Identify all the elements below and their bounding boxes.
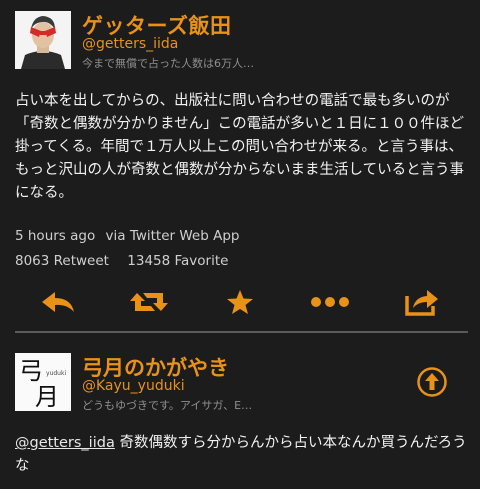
mention-link[interactable]: @getters_iida xyxy=(15,435,115,451)
reply-tweet: 弓 月 yuduki 弓月のかがやき @Kayu_yuduki どうもゆづきです… xyxy=(0,340,480,489)
timestamp: 5 hours ago xyxy=(15,228,96,244)
client-source[interactable]: via Twitter Web App xyxy=(106,228,240,244)
main-tweet: ゲッターズ飯田 @getters_iida 今まで無償で占った人数は6万人… 占… xyxy=(0,0,480,322)
tweet-counts: 8063 Retweet 13458 Favorite xyxy=(15,253,228,269)
handle[interactable]: @Kayu_yuduki xyxy=(82,378,185,394)
divider xyxy=(15,331,468,333)
tweet-text: @getters_iida 奇数偶数すら分からんから占い本なんか買うんだろうな xyxy=(15,432,467,478)
svg-text:月: 月 xyxy=(35,383,59,411)
reply-button[interactable] xyxy=(36,285,80,319)
bio-snippet: どうもゆづきです。アイサガ、E… xyxy=(82,399,253,412)
svg-text:yuduki: yuduki xyxy=(46,370,66,377)
more-button[interactable] xyxy=(308,285,352,319)
retweet-icon xyxy=(130,293,168,311)
more-icon xyxy=(311,297,349,307)
handle[interactable]: @getters_iida xyxy=(82,36,178,52)
retweet-count[interactable]: 8063 Retweet xyxy=(15,253,109,269)
retweet-button[interactable] xyxy=(127,285,171,319)
favorite-count[interactable]: 13458 Favorite xyxy=(127,253,228,269)
avatar[interactable]: 弓 月 yuduki xyxy=(15,353,71,411)
tweet-meta: 5 hours ago via Twitter Web App xyxy=(15,228,239,244)
svg-text:弓: 弓 xyxy=(19,357,43,385)
share-button[interactable] xyxy=(400,285,444,319)
favorite-button[interactable] xyxy=(218,285,262,319)
bio-snippet: 今まで無償で占った人数は6万人… xyxy=(82,57,254,70)
action-bar xyxy=(0,285,480,319)
avatar[interactable] xyxy=(15,11,71,69)
scroll-up-button[interactable] xyxy=(417,367,447,397)
tweet-text: 占い本を出してからの、出版社に問い合わせの電話で最も多いのが「奇数と偶数が分かり… xyxy=(15,93,465,201)
favorite-icon xyxy=(227,290,253,314)
share-icon xyxy=(405,290,438,316)
arrow-up-circle-icon xyxy=(417,367,447,397)
reply-icon xyxy=(42,292,74,312)
